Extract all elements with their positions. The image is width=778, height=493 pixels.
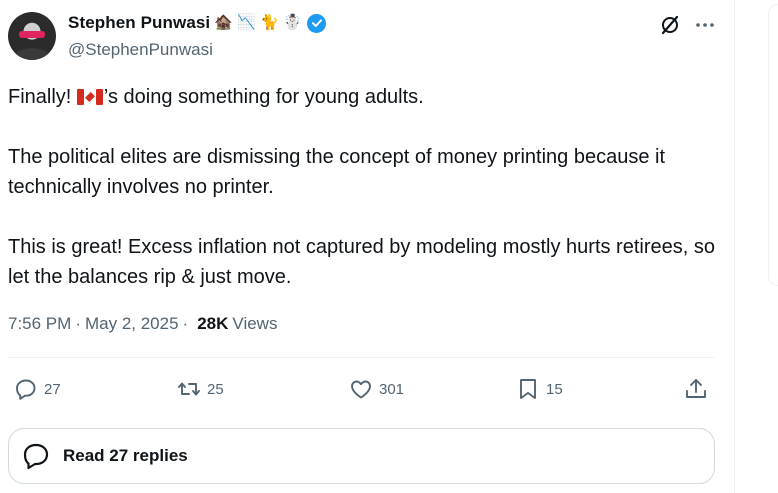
grok-icon[interactable] xyxy=(659,14,681,36)
tweet-date[interactable]: May 2, 2025 xyxy=(85,314,179,334)
reply-button[interactable]: 27 xyxy=(14,372,61,406)
meta-separator-1: · xyxy=(75,314,81,333)
verified-badge-icon[interactable] xyxy=(307,13,327,33)
tweet-line1-start: Finally! xyxy=(8,86,77,108)
author-display-name[interactable]: Stephen Punwasi xyxy=(68,13,210,33)
avatar-shirt xyxy=(14,48,50,60)
like-count: 301 xyxy=(379,380,405,398)
views-count[interactable]: 28K xyxy=(197,314,228,334)
tweet-line1-end: ’s doing something for young adults. xyxy=(103,86,424,108)
canada-flag-emoji xyxy=(76,89,103,105)
bookmark-icon xyxy=(520,379,536,399)
author-handle[interactable]: @StephenPunwasi xyxy=(68,40,213,60)
avatar-glasses xyxy=(19,31,45,38)
meta-separator-2: · xyxy=(182,314,189,333)
side-card xyxy=(768,4,778,286)
avatar[interactable] xyxy=(8,12,56,60)
heart-icon xyxy=(351,380,371,399)
share-button[interactable] xyxy=(684,372,708,406)
reply-count: 27 xyxy=(44,380,61,398)
read-replies-button[interactable]: Read 27 replies xyxy=(8,428,715,484)
tweet-paragraph-2: The political elites are dismissing the … xyxy=(8,146,666,198)
more-icon[interactable] xyxy=(694,14,716,36)
house-emoji: 🏚️ xyxy=(214,14,234,31)
tweet-paragraph-3: This is great! Excess inflation not capt… xyxy=(8,236,715,288)
tweet: Stephen Punwasi 🏚️ 📉 🐈 ☃️ @StephenPunwas… xyxy=(0,0,735,493)
action-bar: 27 25 301 15 xyxy=(0,372,735,406)
tweet-text: Finally! ’s doing something for young ad… xyxy=(8,82,723,292)
repost-count: 25 xyxy=(207,380,224,398)
author-name-row: Stephen Punwasi 🏚️ 📉 🐈 ☃️ xyxy=(68,13,327,33)
repost-icon xyxy=(178,382,200,396)
cat-emoji: 🐈 xyxy=(260,14,280,31)
tweet-time[interactable]: 7:56 PM xyxy=(8,314,71,334)
bookmark-count: 15 xyxy=(546,380,563,398)
share-icon xyxy=(686,379,706,398)
bookmark-button[interactable]: 15 xyxy=(516,372,563,406)
snowman-emoji: ☃️ xyxy=(283,14,303,31)
read-replies-label: Read 27 replies xyxy=(63,446,188,465)
views-label[interactable]: Views xyxy=(232,314,277,334)
like-button[interactable]: 301 xyxy=(349,372,404,406)
tweet-paragraph-1: Finally! ’s doing something for young ad… xyxy=(8,82,723,112)
chat-bubble-icon xyxy=(23,443,49,470)
tweet-meta: 7:56 PM · May 2, 2025 · 28K Views xyxy=(8,314,277,334)
repost-button[interactable]: 25 xyxy=(177,372,224,406)
reply-icon xyxy=(16,379,36,400)
divider xyxy=(8,357,715,358)
chart-down-emoji: 📉 xyxy=(237,14,257,31)
